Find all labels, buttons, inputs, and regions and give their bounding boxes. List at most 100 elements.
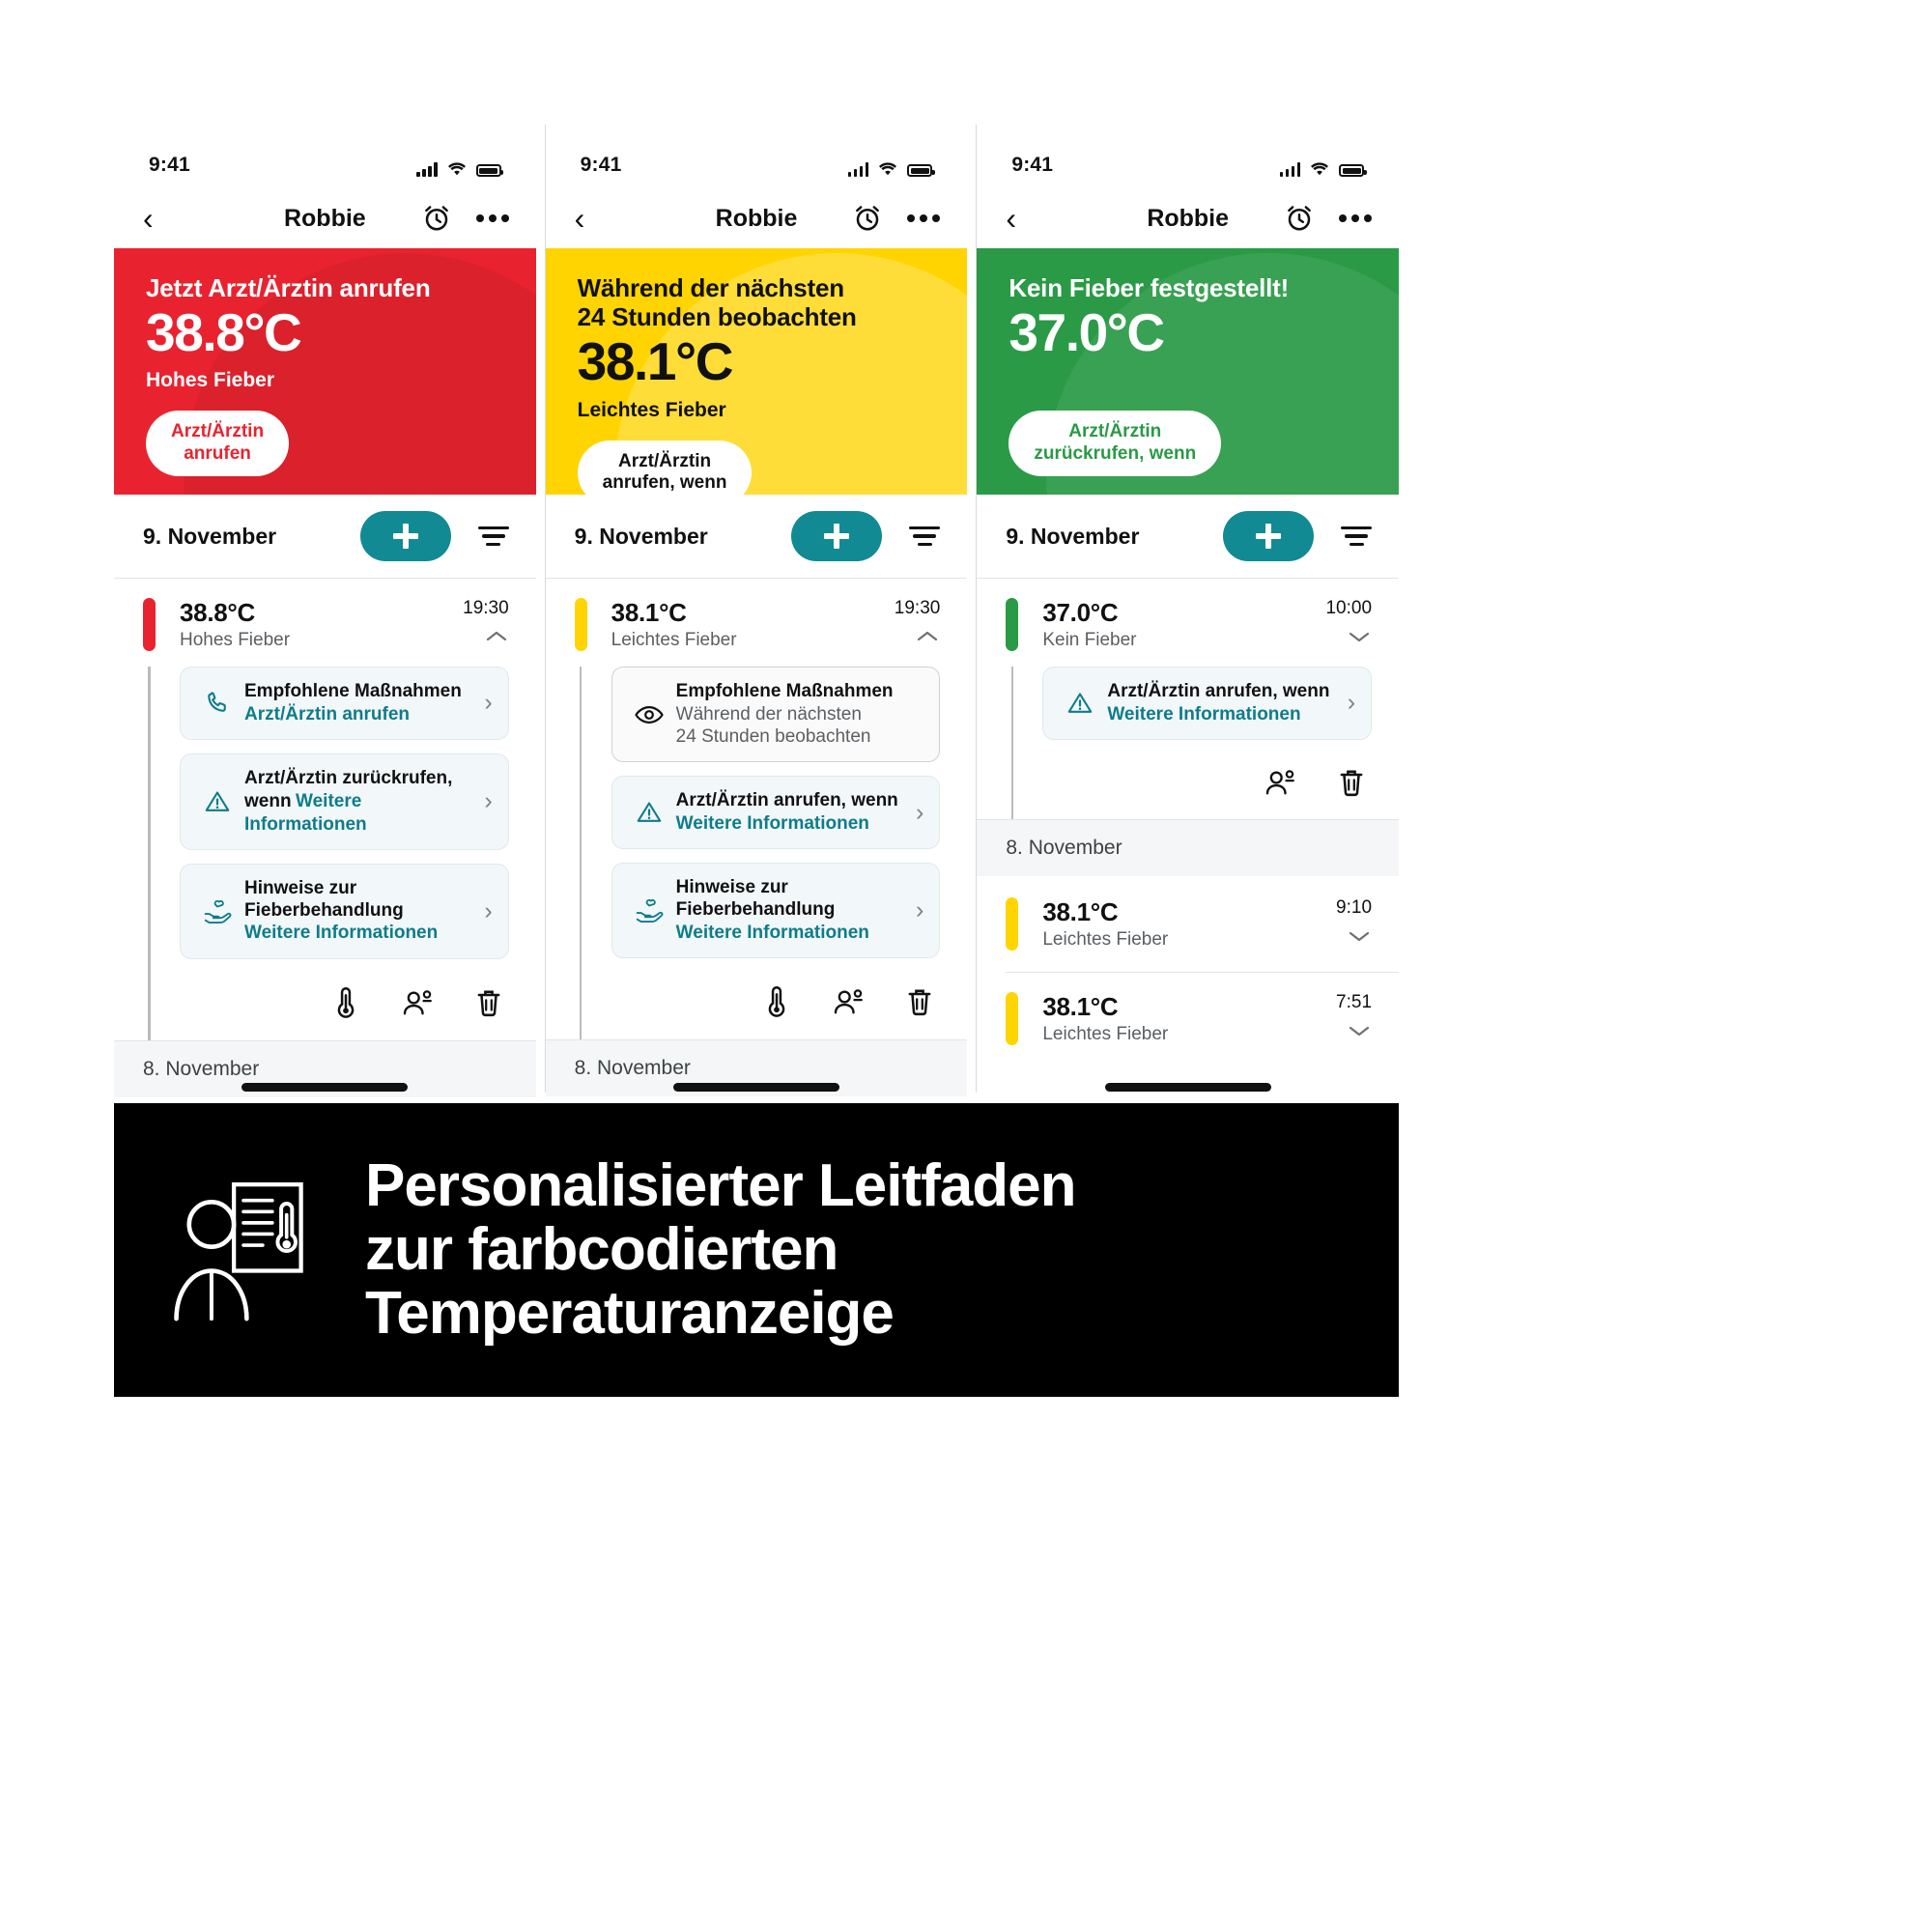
measurement-temperature: 38.1°C [1042,896,1119,926]
action-card-call-doctor-if[interactable]: Arzt/Ärztin anrufen, wenn Weitere Inform… [1042,667,1373,740]
back-button[interactable]: ‹ [575,203,613,234]
collapse-chevron-up-icon[interactable] [484,629,509,644]
measurement-label: Leichtes Fieber [1042,928,1169,950]
chevron-right-icon[interactable]: › [898,897,923,923]
hero-headline: Während der nächsten 24 Stunden beobacht… [577,273,857,332]
alarm-clock-icon[interactable] [853,204,882,233]
phone-panel-red: 9:41 ‹ Robbie Jetzt Arzt/Ärztin anrufen … [114,116,536,1101]
trash-icon[interactable] [474,987,503,1018]
collapse-chevron-up-icon[interactable] [915,629,940,644]
expand-chevron-down-icon[interactable] [1347,928,1372,944]
chevron-right-icon[interactable]: › [468,789,492,813]
warning-icon [196,787,239,816]
hero-temperature: 38.1°C [577,331,734,392]
action-card-fever-treatment[interactable]: Hinweise zur Fieberbehandlung Weitere In… [180,863,509,959]
severity-pill [143,598,156,651]
date-label: 9. November [574,523,708,549]
status-icons [847,161,935,177]
thermometer-icon[interactable] [762,985,791,1018]
measurement-temperature: 38.1°C [1042,991,1119,1021]
hero-status: Leichtes Fieber [577,398,726,421]
status-time: 9:41 [1011,154,1054,176]
hero-card-green: Kein Fieber festgestellt! 37.0°C Arzt/Är… [977,248,1400,495]
wifi-icon [447,162,466,176]
measurement-time: 19:30 [894,598,941,618]
warning-icon [1059,689,1101,718]
measurement-row[interactable]: 38.1°C Leichtes Fieber 19:30 [546,579,968,651]
filter-icon[interactable] [477,526,509,547]
back-button[interactable]: ‹ [143,203,182,234]
home-indicator [114,1083,536,1092]
person-remove-icon[interactable] [832,987,865,1016]
history-row[interactable]: 38.1°C Leichtes Fieber 9:10 [977,876,1399,951]
action-card-callback-info[interactable]: Arzt/Ärztin zurückrufen, wenn Weitere In… [180,753,509,850]
measurement-row[interactable]: 37.0°C Kein Fieber 10:00 [977,579,1399,651]
date-label: 9. November [143,523,277,549]
more-options-icon[interactable] [1339,214,1373,222]
row-action-icons [1042,753,1372,819]
more-options-icon[interactable] [475,214,509,222]
screenshot-root: 9:41 ‹ Robbie Jetzt Arzt/Ärztin anrufen … [0,0,1932,1932]
wifi-icon [879,162,897,176]
status-time: 9:41 [149,154,190,176]
status-icons [416,161,504,177]
filter-icon[interactable] [1341,526,1373,547]
hero-card-yellow: Während der nächsten 24 Stunden beobacht… [545,248,968,495]
date-toolbar: 9. November [114,495,536,578]
person-with-chart-icon [174,1182,303,1321]
measurement-row[interactable]: 38.8°C Hohes Fieber 19:30 [114,579,536,651]
expand-chevron-down-icon[interactable] [1347,1023,1372,1038]
hero-headline: Kein Fieber festgestellt! [1009,273,1290,302]
action-card-link: Weitere Informationen [675,922,869,943]
measurement-temperature: 38.8°C [180,598,255,627]
trash-icon[interactable] [905,986,934,1017]
chevron-right-icon[interactable]: › [898,800,923,825]
action-card-observe[interactable]: Empfohlene Maßnahmen Während der nächste… [611,667,941,763]
status-bar: 9:41 [114,116,536,188]
hero-headline: Jetzt Arzt/Ärztin anrufen [146,273,431,302]
measurement-temperature: 38.1°C [611,598,687,627]
measurement-detail: Arzt/Ärztin anrufen, wenn Weitere Inform… [977,651,1399,819]
action-card-call-doctor[interactable]: Empfohlene Maßnahmen Arzt/Ärztin anrufen… [180,667,509,740]
plus-icon [392,524,418,549]
filter-icon[interactable] [909,526,941,547]
action-card-call-doctor-if[interactable]: Arzt/Ärztin anrufen, wenn Weitere Inform… [611,776,941,850]
chevron-right-icon[interactable]: › [468,691,492,715]
person-remove-icon[interactable] [401,988,434,1017]
more-options-icon[interactable] [907,214,941,222]
row-action-icons [611,972,941,1039]
hero-call-doctor-button[interactable]: Arzt/Ärztin zurückrufen, wenn [1009,411,1222,477]
add-measurement-button[interactable] [1223,511,1315,561]
nav-bar: ‹ Robbie [977,188,1399,248]
history-row[interactable]: 38.1°C Leichtes Fieber 7:51 [977,973,1399,1045]
chevron-right-icon[interactable]: › [468,898,492,923]
battery-icon [907,164,935,177]
home-indicator [546,1083,968,1092]
chevron-right-icon[interactable]: › [1330,691,1355,715]
detail-rail [575,667,587,1039]
back-button[interactable]: ‹ [1006,203,1044,234]
hero-call-doctor-button[interactable]: Arzt/Ärztin anrufen [146,411,290,477]
add-measurement-button[interactable] [791,511,883,561]
measurement-label: Hohes Fieber [180,630,291,650]
alarm-clock-icon[interactable] [422,204,451,233]
action-card-fever-treatment[interactable]: Hinweise zur Fieberbehandlung Weitere In… [611,863,941,958]
alarm-clock-icon[interactable] [1285,204,1314,233]
hero-status: Hohes Fieber [146,369,275,392]
measurement-label: Leichtes Fieber [611,630,737,650]
date-label: 9. November [1006,523,1140,549]
trash-icon[interactable] [1337,767,1366,798]
cellular-signal-icon [416,161,438,177]
eye-icon [628,700,670,729]
plus-icon [1256,524,1282,549]
nav-bar: ‹ Robbie [114,188,536,248]
cellular-signal-icon [847,161,869,177]
add-measurement-button[interactable] [359,511,451,561]
thermometer-icon[interactable] [331,986,360,1019]
detail-rail [1006,667,1018,819]
action-card-title: Arzt/Ärztin anrufen, wenn [1107,681,1330,701]
measurement-time: 7:51 [1336,991,1373,1012]
hero-call-doctor-button[interactable]: Arzt/Ärztin anrufen, wenn [577,440,753,495]
expand-chevron-down-icon[interactable] [1347,629,1372,644]
person-remove-icon[interactable] [1264,768,1296,797]
